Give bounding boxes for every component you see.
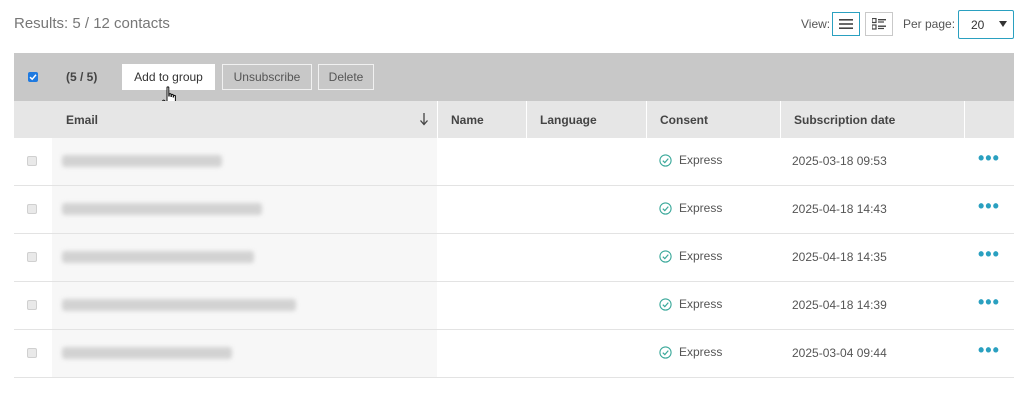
subscription-date: 2025-03-18 09:53	[792, 154, 887, 168]
consent-cell: Express	[659, 345, 722, 359]
row-actions-menu[interactable]: •••	[978, 340, 1000, 360]
column-header-name[interactable]: Name	[437, 101, 526, 138]
detail-view-button[interactable]	[865, 12, 893, 36]
row-checkbox[interactable]	[27, 300, 37, 310]
table-row: Express 2025-03-04 09:44 •••	[14, 330, 1014, 378]
check-circle-icon	[659, 201, 672, 215]
list-icon	[839, 19, 853, 29]
email-cell	[52, 138, 437, 185]
column-header-actions	[964, 101, 1014, 138]
redacted-email	[62, 251, 254, 263]
column-header-email[interactable]: Email	[52, 101, 437, 138]
redacted-email	[62, 299, 296, 311]
email-cell	[52, 234, 437, 281]
row-checkbox[interactable]	[27, 204, 37, 214]
check-icon	[29, 74, 37, 81]
table-header: Email Name Language Consent Subscription…	[14, 101, 1014, 138]
column-header-language[interactable]: Language	[526, 101, 646, 138]
subscription-date: 2025-03-04 09:44	[792, 346, 887, 360]
redacted-email	[62, 155, 222, 167]
header-checkbox-cell	[14, 101, 52, 138]
per-page-value: 20	[971, 17, 985, 32]
results-toolbar: Results: 5 / 12 contacts View: Per page:…	[0, 0, 1026, 48]
redacted-email	[62, 203, 262, 215]
email-cell	[52, 186, 437, 233]
row-checkbox[interactable]	[27, 252, 37, 262]
consent-text: Express	[679, 297, 723, 311]
subscription-date: 2025-04-18 14:43	[792, 202, 887, 216]
check-circle-icon	[659, 249, 672, 263]
column-header-email-label: Email	[66, 112, 99, 127]
consent-cell: Express	[659, 249, 722, 263]
row-actions-menu[interactable]: •••	[978, 148, 1000, 168]
results-count: Results: 5 / 12 contacts	[14, 15, 170, 32]
row-actions-menu[interactable]: •••	[978, 292, 1000, 312]
row-actions-menu[interactable]: •••	[978, 244, 1000, 264]
view-label: View:	[801, 17, 831, 31]
consent-cell: Express	[659, 153, 722, 167]
redacted-email	[62, 347, 232, 359]
consent-text: Express	[679, 345, 723, 359]
check-circle-icon	[659, 153, 672, 167]
consent-cell: Express	[659, 297, 722, 311]
unsubscribe-button[interactable]: Unsubscribe	[222, 64, 312, 90]
list-view-button[interactable]	[832, 12, 860, 36]
consent-text: Express	[679, 249, 723, 263]
table-row: Express 2025-04-18 14:43 •••	[14, 186, 1014, 234]
sort-descending-icon[interactable]	[419, 112, 429, 126]
selection-count: (5 / 5)	[66, 70, 98, 84]
column-header-subscription-date[interactable]: Subscription date	[780, 101, 964, 138]
caret-down-icon	[999, 21, 1007, 27]
per-page-label: Per page:	[903, 17, 956, 31]
subscription-date: 2025-04-18 14:39	[792, 298, 887, 312]
subscription-date: 2025-04-18 14:35	[792, 250, 887, 264]
consent-text: Express	[679, 201, 723, 215]
row-checkbox[interactable]	[27, 156, 37, 166]
table-row: Express 2025-04-18 14:39 •••	[14, 282, 1014, 330]
row-checkbox[interactable]	[27, 348, 37, 358]
contacts-table-body: Express 2025-03-18 09:53 ••• Express 202…	[14, 138, 1014, 378]
column-header-consent[interactable]: Consent	[646, 101, 780, 138]
row-actions-menu[interactable]: •••	[978, 196, 1000, 216]
check-circle-icon	[659, 345, 672, 359]
select-all-checkbox[interactable]	[28, 72, 38, 82]
detail-list-icon	[872, 18, 886, 30]
per-page-select[interactable]: 20	[958, 10, 1014, 39]
table-row: Express 2025-03-18 09:53 •••	[14, 138, 1014, 186]
delete-button[interactable]: Delete	[318, 64, 374, 90]
table-row: Express 2025-04-18 14:35 •••	[14, 234, 1014, 282]
consent-cell: Express	[659, 201, 722, 215]
consent-text: Express	[679, 153, 723, 167]
email-cell	[52, 330, 437, 377]
check-circle-icon	[659, 297, 672, 311]
email-cell	[52, 282, 437, 329]
